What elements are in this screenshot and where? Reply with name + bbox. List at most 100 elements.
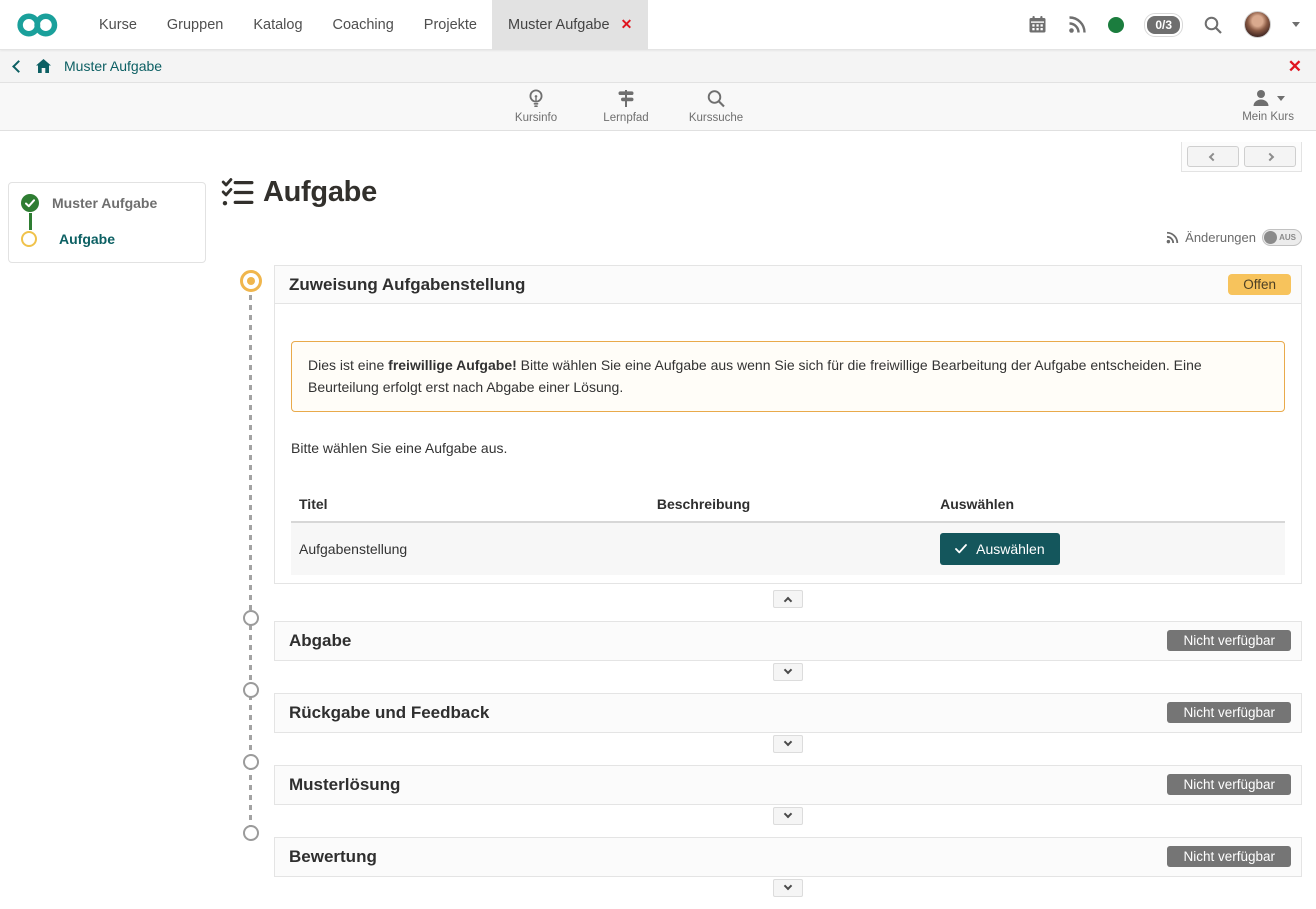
column-header-beschreibung: Beschreibung [649, 490, 932, 522]
nav-item-gruppen[interactable]: Gruppen [152, 0, 238, 50]
section-zuweisung: Zuweisung Aufgabenstellung Offen Dies is… [274, 265, 1302, 584]
course-node-pager [1181, 142, 1302, 172]
toggle-state-label: AUS [1279, 233, 1296, 242]
table-row: Aufgabenstellung Auswählen [291, 522, 1285, 575]
open-step-circle-icon [21, 231, 37, 247]
next-node-button[interactable] [1244, 146, 1296, 167]
section-abgabe: Abgabe Nicht verfügbar [274, 621, 1302, 661]
expand-section-button[interactable] [773, 807, 803, 825]
chevron-down-icon [784, 882, 792, 890]
toolbar-item-kursinfo[interactable]: Kursinfo [504, 88, 568, 124]
my-course-menu[interactable]: Mein Kurs [1242, 88, 1294, 123]
signpost-icon [616, 88, 636, 109]
menu-item-label: Muster Aufgabe [52, 195, 157, 211]
status-badge-nicht-verfuegbar: Nicht verfügbar [1167, 630, 1291, 651]
nav-item-kurse[interactable]: Kurse [84, 0, 152, 50]
expand-section-button[interactable] [773, 735, 803, 753]
section-title: Musterlösung [289, 775, 400, 795]
chevron-up-icon [784, 597, 792, 605]
toolbar-center: Kursinfo Lernpfad Kurssuche [504, 88, 748, 124]
status-badge-nicht-verfuegbar: Nicht verfügbar [1167, 846, 1291, 867]
user-menu-caret-icon[interactable] [1292, 22, 1300, 27]
top-navbar: Kurse Gruppen Katalog Coaching Projekte … [0, 0, 1316, 50]
choose-task-prompt: Bitte wählen Sie eine Aufgabe aus. [291, 440, 1285, 456]
nav-item-projekte[interactable]: Projekte [409, 0, 492, 50]
my-course-label: Mein Kurs [1242, 111, 1294, 123]
toolbar-item-lernpfad[interactable]: Lernpfad [594, 88, 658, 124]
rss-feed-icon[interactable] [1068, 15, 1087, 34]
toolbar-label-kurssuche: Kurssuche [689, 112, 743, 124]
rss-small-icon [1166, 231, 1179, 244]
active-tab-label: Muster Aufgabe [508, 17, 610, 33]
home-icon[interactable] [35, 58, 52, 74]
presence-status-dot [1108, 17, 1124, 33]
toggle-knob [1264, 231, 1277, 244]
collapse-section-button[interactable] [773, 590, 803, 608]
nav-item-katalog[interactable]: Katalog [238, 0, 317, 50]
task-steps: Zuweisung Aufgabenstellung Offen Dies is… [274, 265, 1302, 909]
infinity-logo-icon [16, 10, 60, 40]
status-badge-nicht-verfuegbar: Nicht verfügbar [1167, 702, 1291, 723]
section-musterloesung: Musterlösung Nicht verfügbar [274, 765, 1302, 805]
nav-item-coaching[interactable]: Coaching [318, 0, 409, 50]
breadcrumb-title[interactable]: Muster Aufgabe [64, 58, 162, 74]
task-checklist-icon [221, 176, 254, 209]
close-course-icon[interactable]: ✕ [1288, 58, 1302, 75]
task-title-cell: Aufgabenstellung [291, 522, 649, 575]
section-body: Dies ist eine freiwillige Aufgabe! Bitte… [275, 304, 1301, 583]
person-icon [1251, 88, 1272, 108]
section-rueckgabe-feedback: Rückgabe und Feedback Nicht verfügbar [274, 693, 1302, 733]
section-title: Zuweisung Aufgabenstellung [289, 275, 525, 295]
menu-item-label: Aufgabe [59, 231, 115, 247]
calendar-icon[interactable] [1028, 15, 1047, 34]
openolat-logo[interactable] [16, 10, 60, 40]
toolbar-item-kurssuche[interactable]: Kurssuche [684, 88, 748, 124]
path-connector [29, 213, 32, 230]
section-title: Bewertung [289, 847, 377, 867]
chevron-right-icon [1266, 152, 1274, 160]
column-header-titel: Titel [291, 490, 649, 522]
timeline-step-icon [243, 610, 259, 626]
tab-close-icon[interactable]: ✕ [621, 16, 633, 33]
changes-toggle[interactable]: AUS [1262, 229, 1302, 246]
timeline-dashed-line [249, 295, 252, 829]
status-badge-offen: Offen [1228, 274, 1291, 295]
previous-node-button[interactable] [1187, 146, 1239, 167]
task-description-cell [649, 522, 932, 575]
section-title: Abgabe [289, 631, 351, 651]
notice-text: Dies ist eine [308, 357, 388, 373]
menu-item-course-root[interactable]: Muster Aufgabe [21, 194, 193, 212]
chevron-down-icon [784, 666, 792, 674]
navbar-right: 0/3 [1028, 11, 1316, 38]
back-chevron-icon[interactable] [12, 60, 25, 73]
search-icon[interactable] [1203, 15, 1223, 35]
timeline-step-icon [243, 825, 259, 841]
notice-bold-text: freiwillige Aufgabe! [388, 357, 517, 373]
chevron-left-icon [1209, 152, 1217, 160]
completed-check-icon [21, 194, 39, 212]
active-course-tab[interactable]: Muster Aufgabe ✕ [492, 0, 648, 50]
expand-section-button[interactable] [773, 879, 803, 897]
course-toolbar: Kursinfo Lernpfad Kurssuche Mei [0, 83, 1316, 131]
assessment-count-badge[interactable]: 0/3 [1145, 14, 1182, 36]
changes-label: Änderungen [1185, 230, 1256, 245]
timeline-step-icon [243, 754, 259, 770]
column-header-auswaehlen: Auswählen [932, 490, 1285, 522]
select-task-label: Auswählen [976, 541, 1045, 557]
section-bewertung: Bewertung Nicht verfügbar [274, 837, 1302, 877]
learning-path-menu: Muster Aufgabe Aufgabe [8, 182, 206, 263]
toolbar-label-kursinfo: Kursinfo [515, 112, 557, 124]
lightbulb-icon [526, 88, 546, 109]
section-header: Zuweisung Aufgabenstellung Offen [275, 266, 1301, 304]
section-title: Rückgabe und Feedback [289, 703, 489, 723]
changes-subscription: Änderungen AUS [1166, 229, 1302, 246]
chevron-down-icon [784, 738, 792, 746]
user-avatar[interactable] [1244, 11, 1271, 38]
expand-section-button[interactable] [773, 663, 803, 681]
timeline-step-icon [243, 682, 259, 698]
select-task-button[interactable]: Auswählen [940, 533, 1060, 565]
status-badge-nicht-verfuegbar: Nicht verfügbar [1167, 774, 1291, 795]
course-search-icon [706, 88, 726, 109]
menu-item-aufgabe[interactable]: Aufgabe [21, 231, 193, 247]
my-course-caret-icon [1277, 96, 1285, 101]
